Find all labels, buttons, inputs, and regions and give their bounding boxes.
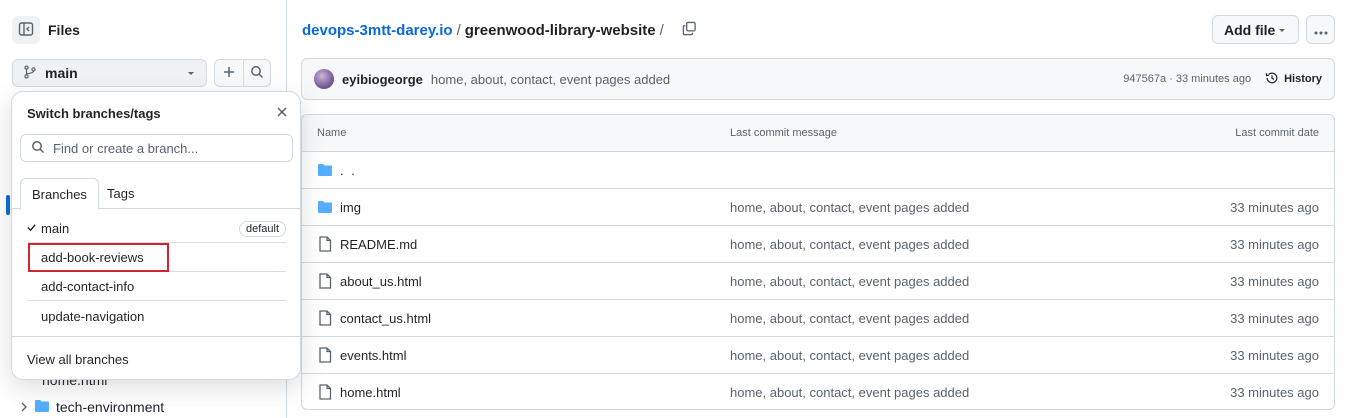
commit-date: 33 minutes ago [1230,237,1319,252]
chevron-right-icon[interactable] [18,402,30,412]
column-header-date: Last commit date [1235,127,1319,139]
copy-icon [682,21,697,40]
commit-message[interactable]: home, about, contact, event pages added [730,311,969,326]
avatar[interactable] [314,69,334,89]
kebab-horizontal-icon [1314,22,1328,38]
file-name[interactable]: home.html [340,385,401,400]
sidebar-collapse-button[interactable] [12,16,40,44]
add-file-button[interactable]: Add file [1212,15,1299,44]
tab-branches[interactable]: Branches [20,178,99,210]
commit-message[interactable]: home, about, contact, event pages added [730,274,969,289]
copy-path-button[interactable] [682,21,697,40]
sidebar-collapse-icon [18,21,34,40]
table-row[interactable]: README.md home, about, contact, event pa… [302,226,1334,263]
table-row[interactable]: img home, about, contact, event pages ad… [302,189,1334,226]
history-button[interactable]: History [1265,71,1322,88]
history-icon [1265,71,1279,88]
branch-search-field[interactable] [20,134,293,162]
folder-icon [34,399,50,416]
commit-date: 33 minutes ago [1230,348,1319,363]
file-name[interactable]: README.md [340,237,417,252]
branch-item-label: main [41,221,70,236]
folder-icon [317,199,333,215]
tab-tags[interactable]: Tags [96,178,145,209]
commit-message[interactable]: home, about, contact, event pages added [730,348,969,363]
breadcrumb-trailing-separator: / [659,21,664,39]
more-options-button[interactable] [1306,15,1335,44]
files-header: Files [12,16,80,44]
commit-date: 33 minutes ago [1230,274,1319,289]
branch-item-add-contact-info[interactable]: add-contact-info [27,273,286,301]
close-button[interactable] [274,104,290,120]
branch-item-label: add-book-reviews [41,250,144,265]
commit-date: 33 minutes ago [1230,311,1319,326]
file-icon [317,236,333,252]
check-icon [27,223,41,235]
commit-date: 33 minutes ago [1230,200,1319,215]
plus-icon [222,65,236,82]
search-icon [31,140,45,157]
breadcrumb: devops-3mtt-darey.io / greenwood-library… [302,20,697,40]
search-files-button[interactable] [243,59,271,87]
commit-message[interactable]: home, about, contact, event pages added [730,385,969,400]
branch-item-update-navigation[interactable]: update-navigation [27,302,286,330]
branch-item-label: update-navigation [41,308,145,324]
table-row-parent-directory[interactable]: . . [302,152,1334,189]
table-row[interactable]: contact_us.html home, about, contact, ev… [302,300,1334,337]
commit-message[interactable]: home, about, contact, event pages added [730,200,969,215]
file-icon [317,273,333,289]
files-title: Files [48,22,80,38]
branch-search-input[interactable] [53,140,273,156]
tree-item-label: tech-environment [56,399,165,415]
branch-switcher-popover: Switch branches/tags Branches Tags main … [11,91,301,380]
add-file-sidebar-button[interactable] [214,59,242,87]
file-name[interactable]: . . [340,163,357,178]
branch-name: main [45,65,78,81]
commit-message[interactable]: home, about, contact, event pages added [730,237,969,252]
breadcrumb-repo-link[interactable]: devops-3mtt-darey.io [302,22,453,39]
breadcrumb-separator: / [456,21,461,39]
folder-icon [317,162,333,178]
table-row[interactable]: events.html home, about, contact, event … [302,337,1334,374]
file-icon [317,384,333,400]
commit-author-link[interactable]: eyibiogeorge [342,72,423,87]
branch-item-add-book-reviews[interactable]: add-book-reviews [27,244,286,272]
history-label: History [1284,73,1322,85]
caret-down-icon [186,65,196,81]
popover-title: Switch branches/tags [27,106,161,121]
file-name[interactable]: img [340,200,361,215]
table-row[interactable]: about_us.html home, about, contact, even… [302,263,1334,300]
file-icon [317,347,333,363]
close-icon [277,104,287,120]
latest-commit-bar: eyibiogeorge home, about, contact, event… [301,58,1335,100]
table-row[interactable]: home.html home, about, contact, event pa… [302,374,1334,409]
commit-hash-and-time[interactable]: 947567a · 33 minutes ago [1123,73,1251,85]
tree-item-tech-environment[interactable]: tech-environment [18,397,164,417]
caret-down-icon [1277,22,1287,38]
popover-tabs: Branches Tags [12,178,300,210]
file-name[interactable]: about_us.html [340,274,422,289]
add-file-label: Add file [1224,21,1276,38]
branch-item-label: add-contact-info [41,279,135,294]
branch-selector-button[interactable]: main [12,59,207,87]
branch-item-main[interactable]: main default [27,215,286,243]
view-all-branches-link[interactable]: View all branches [12,336,300,379]
breadcrumb-current-folder: greenwood-library-website [464,21,656,39]
commit-date: 33 minutes ago [1230,385,1319,400]
commit-message-link[interactable]: home, about, contact, event pages added [431,72,670,87]
file-icon [317,310,333,326]
search-icon [250,65,264,82]
column-header-name: Name [317,127,347,139]
table-header: Name Last commit message Last commit dat… [302,115,1334,152]
default-badge: default [238,220,286,237]
file-name[interactable]: contact_us.html [340,311,431,326]
file-name[interactable]: events.html [340,348,406,363]
git-branch-icon [23,64,37,82]
active-item-marker [6,195,10,215]
file-table: Name Last commit message Last commit dat… [301,114,1335,410]
column-header-message: Last commit message [730,127,837,139]
